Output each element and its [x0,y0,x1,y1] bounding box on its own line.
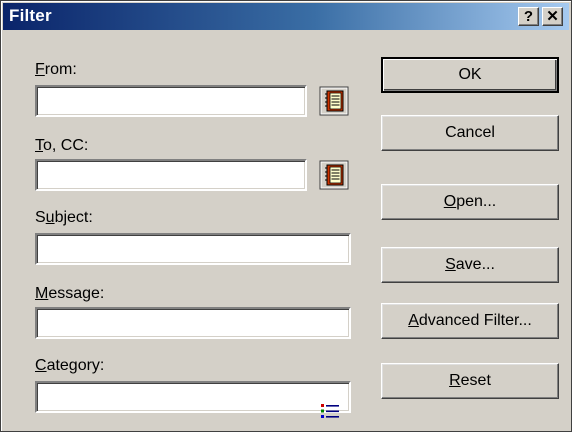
open-button[interactable]: Open... [381,184,559,220]
to-cc-field[interactable] [35,159,307,191]
category-label: Category: [35,357,105,374]
from-label: From: [35,61,77,78]
help-icon: ? [523,8,534,25]
window-title: Filter [9,6,52,25]
close-button[interactable]: ✕ [542,7,563,26]
category-list-icon[interactable] [319,401,341,421]
subject-label: Subject: [35,209,93,226]
subject-field[interactable] [35,233,351,265]
title-bar[interactable]: Filter ? ✕ [3,3,569,30]
to-cc-label: To, CC: [35,137,89,154]
save-button[interactable]: Save... [381,247,559,283]
from-field[interactable] [35,85,307,117]
from-address-book-icon[interactable] [319,86,349,116]
to-address-book-icon[interactable] [319,160,349,190]
help-button[interactable]: ? [518,7,539,26]
close-icon: ✕ [546,8,559,25]
message-label: Message: [35,285,105,302]
cancel-button[interactable]: Cancel [381,115,559,151]
reset-button[interactable]: Reset [381,363,559,399]
category-field[interactable] [35,381,351,413]
filter-dialog: Filter ? ✕ From: To, CC: Subject: Messag… [0,0,572,432]
message-field[interactable] [35,307,351,339]
advanced-filter-button[interactable]: Advanced Filter... [381,303,559,339]
ok-button[interactable]: OK [381,57,559,93]
